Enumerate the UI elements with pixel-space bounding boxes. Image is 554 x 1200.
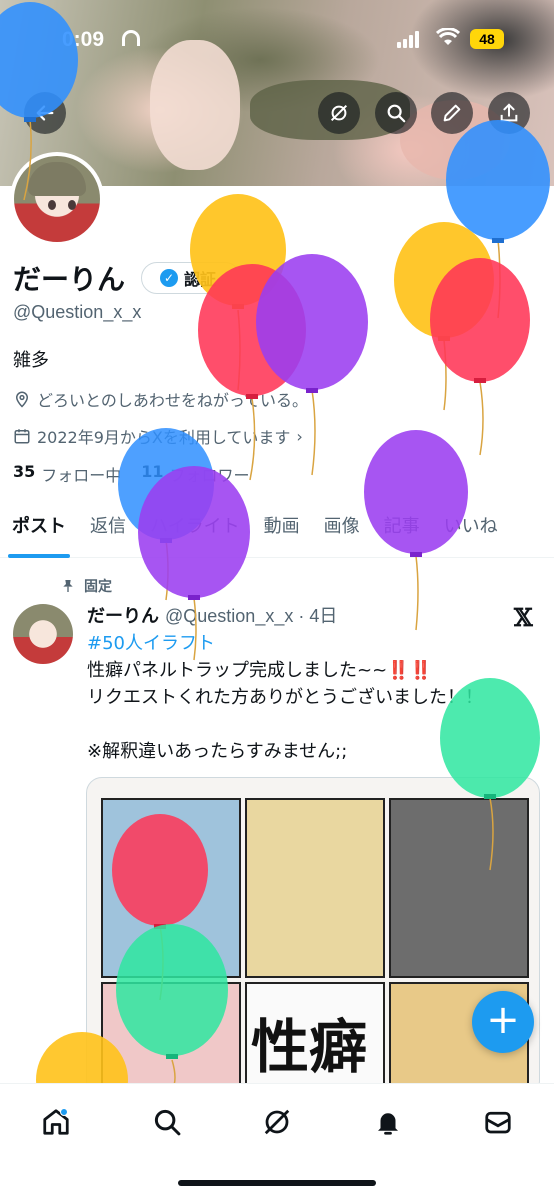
location-row: どろいとのしあわせをねがっている。 xyxy=(13,387,308,411)
home-indicator xyxy=(178,1180,376,1186)
post-handle-time: @Question_x_x · 4日 xyxy=(165,606,338,626)
messages-icon xyxy=(485,1111,511,1134)
arrow-left-icon xyxy=(36,105,54,121)
post-avatar[interactable] xyxy=(13,604,73,664)
verified-badge-icon: ✓ xyxy=(160,269,178,287)
nav-messages[interactable] xyxy=(478,1102,518,1142)
post-author-name[interactable]: だーりん xyxy=(87,602,159,628)
verify-label: 認証 xyxy=(184,270,217,289)
chevron-right-icon: › xyxy=(296,426,303,446)
followers-count[interactable]: 11 xyxy=(141,462,163,486)
pencil-icon xyxy=(443,104,461,122)
pin-icon xyxy=(63,580,73,592)
location-text: どろいとのしあわせをねがっている。 xyxy=(37,391,309,410)
post-media-image[interactable]: 性癖 xyxy=(86,777,540,1097)
following-label[interactable]: フォロー中 xyxy=(41,462,121,486)
display-name: だーりん xyxy=(13,263,126,296)
avatar-art xyxy=(48,200,56,210)
image-title-text: 性癖 xyxy=(251,1013,368,1081)
status-time: 0:09 xyxy=(62,28,105,51)
search-icon xyxy=(154,1109,181,1136)
post-line-2: リクエストくれた方ありがとうございました！！ xyxy=(87,687,483,708)
search-icon xyxy=(387,104,406,123)
x-logo-icon[interactable]: 𝕏 xyxy=(514,603,533,632)
profile-avatar[interactable] xyxy=(10,152,104,246)
search-button[interactable] xyxy=(375,92,417,134)
status-bar: 0:09 48 xyxy=(0,0,554,80)
pinned-label: 固定 xyxy=(84,579,112,595)
tab-highlights[interactable]: ハイライト xyxy=(138,504,252,558)
nav-grok[interactable] xyxy=(257,1102,297,1142)
post-hashtag[interactable]: #50人イラフト xyxy=(87,633,215,654)
balloon xyxy=(394,222,494,411)
pinned-indicator: 固定 xyxy=(60,576,112,596)
edit-button[interactable] xyxy=(431,92,473,134)
avatar-art xyxy=(68,200,76,210)
image-panel xyxy=(101,798,241,978)
grok-icon xyxy=(330,104,348,122)
profile-tabs: ポスト 返信 ハイライト 動画 画像 記事 いいね xyxy=(0,504,554,558)
compose-button[interactable]: + xyxy=(472,991,534,1053)
unread-dot xyxy=(60,1108,68,1116)
balloon xyxy=(430,258,530,456)
joined-row[interactable]: 2022年9月からXを利用しています › xyxy=(13,424,303,448)
joined-text: 2022年9月からXを利用しています xyxy=(37,428,291,447)
back-button[interactable] xyxy=(24,92,66,134)
image-panel xyxy=(389,798,529,978)
profile-handle: @Question_x_x xyxy=(13,302,142,322)
verify-button[interactable]: ✓ 認証 xyxy=(141,262,241,294)
notifications-icon xyxy=(378,1113,398,1135)
post-line-3: ※解釈違いあったらすみません;; xyxy=(87,741,348,762)
post-line-1: 性癖パネルトラップ完成しました~~ xyxy=(87,660,388,681)
double-exclamation-icon: ‼️‼️ xyxy=(387,660,432,681)
post-header: だーりん @Question_x_x · 4日 xyxy=(87,602,337,628)
tab-articles[interactable]: 記事 xyxy=(372,504,432,558)
profile-bio: 雑多 xyxy=(13,350,49,371)
nav-home[interactable] xyxy=(36,1102,76,1142)
nav-notifications[interactable] xyxy=(368,1102,408,1142)
nav-search[interactable] xyxy=(147,1102,187,1142)
image-panel xyxy=(245,798,385,978)
image-panel xyxy=(101,982,241,1096)
tab-replies[interactable]: 返信 xyxy=(78,504,138,558)
grok-icon xyxy=(264,1109,290,1135)
calendar-icon xyxy=(14,429,30,444)
post-body: #50人イラフト 性癖パネルトラップ完成しました~~‼️‼️ リクエストくれた方… xyxy=(87,630,539,765)
share-icon xyxy=(500,103,518,122)
signal-icon xyxy=(397,30,419,48)
share-button[interactable] xyxy=(488,92,530,134)
tab-images[interactable]: 画像 xyxy=(312,504,372,558)
follow-stats: 35 フォロー中 11 フォロワー xyxy=(13,462,250,486)
following-count[interactable]: 35 xyxy=(13,462,35,486)
headphone-icon xyxy=(122,30,140,46)
battery-indicator: 48 xyxy=(470,29,504,49)
wifi-icon xyxy=(436,28,460,45)
tab-videos[interactable]: 動画 xyxy=(252,504,312,558)
grok-button[interactable] xyxy=(318,92,360,134)
location-pin-icon xyxy=(15,391,29,408)
tab-likes[interactable]: いいね xyxy=(432,504,510,558)
followers-label[interactable]: フォロワー xyxy=(170,462,250,486)
avatar-art xyxy=(28,162,86,196)
tab-posts[interactable]: ポスト xyxy=(0,504,78,558)
